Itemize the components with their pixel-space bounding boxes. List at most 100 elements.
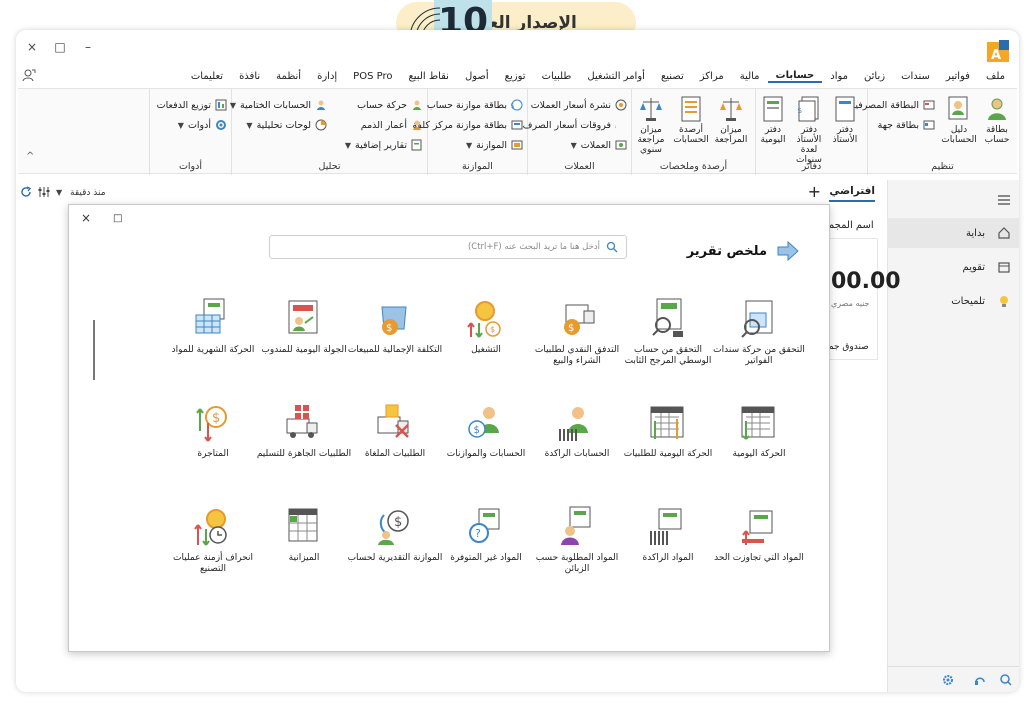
currency-rates-icon	[615, 99, 627, 111]
menu-item-15[interactable]: إدارة	[309, 71, 345, 82]
ribbon-group-balances: ميزان المراجعة أرصدة الحسابات ميزان مراج…	[631, 89, 755, 175]
report-icon	[561, 506, 591, 545]
tools-button[interactable]: أدوات ▼	[178, 117, 227, 133]
menu-item-1[interactable]: فواتير	[938, 71, 978, 82]
menu-bar: ملف فواتير سندات زبائن مواد حسابات مالية مراكز ت…	[16, 66, 1019, 86]
menu-item-0[interactable]: ملف	[978, 71, 1013, 82]
menu-item-4[interactable]: مواد	[822, 71, 856, 82]
budget-button[interactable]: الموازنة ▼	[466, 137, 523, 153]
journal-button[interactable]: دفتر اليومية	[753, 95, 793, 145]
menu-item-5[interactable]: حسابات	[767, 70, 823, 83]
menu-item-14[interactable]: POS Pro	[345, 71, 400, 82]
close-dialog-button[interactable]: ×	[81, 211, 91, 225]
aging-button[interactable]: أعمار الذمم	[361, 117, 423, 133]
menu-item-10[interactable]: طلبيات	[534, 71, 580, 82]
account-card-button[interactable]: بطاقة حساب	[977, 95, 1017, 145]
report-item[interactable]: ? المواد غير المتوفرة	[438, 505, 534, 564]
report-label: المواد المطلوبة حسب الزبائن	[535, 553, 619, 574]
annual-trial-balance-button[interactable]: ميزان مراجعة سنوي	[631, 95, 671, 155]
menu-item-6[interactable]: مالية	[732, 71, 768, 82]
report-item[interactable]: المواد المطلوبة حسب الزبائن	[529, 505, 625, 575]
menu-item-7[interactable]: مراكز	[692, 71, 732, 82]
settings-gear-icon[interactable]	[941, 673, 955, 687]
analytic-dashboards-button[interactable]: لوحات تحليلية ▼	[246, 117, 327, 133]
exchange-diff-button[interactable]: % فروقات أسعار الصرف	[523, 117, 627, 133]
multi-year-ledger-button[interactable]: S دفتر الأستاذ لعدة سنوات	[789, 95, 829, 165]
report-item[interactable]: الحركة اليومية للطلبيات	[620, 401, 716, 460]
scrollbar[interactable]	[93, 320, 95, 380]
add-tab-button[interactable]: +	[808, 182, 821, 201]
minimize-window-button[interactable]: –	[80, 40, 96, 54]
currencies-label: العملات	[580, 139, 611, 151]
report-item[interactable]: الطلبيات الجاهزة للتسليم	[256, 401, 352, 460]
menu-item-3[interactable]: زبائن	[856, 71, 893, 82]
menu-item-17[interactable]: نافذة	[231, 71, 268, 82]
report-item[interactable]: $ التكلفة الإجمالية للمبيعات	[347, 297, 443, 356]
refresh-icon[interactable]	[20, 186, 32, 198]
report-item[interactable]: الجولة اليومية للمندوب	[256, 297, 352, 356]
currency-rates-button[interactable]: نشرة أسعار العملات	[531, 97, 627, 113]
dashboard-settings-icon[interactable]	[38, 186, 50, 198]
chevron-down-icon: ▼	[570, 140, 577, 150]
menu-item-13[interactable]: نقاط البيع	[400, 71, 457, 82]
report-item[interactable]: الميزانية	[256, 505, 352, 564]
chart-of-accounts-button[interactable]: دليل الحسابات	[939, 95, 979, 145]
final-accounts-button[interactable]: الحسابات الختامية ▼	[230, 97, 327, 113]
menu-item-16[interactable]: أنظمة	[268, 71, 309, 82]
report-item[interactable]: الحركة اليومية	[711, 401, 807, 460]
support-icon[interactable]	[973, 673, 987, 687]
tab-default[interactable]: افتراضي	[829, 185, 875, 202]
menu-item-18[interactable]: تعليمات	[183, 71, 231, 82]
report-icon: $	[378, 510, 409, 545]
report-item[interactable]: الحسابات الراكدة	[529, 401, 625, 460]
report-item[interactable]: $ المتاجرة	[165, 401, 261, 460]
account-balances-button[interactable]: أرصدة الحسابات	[671, 95, 711, 145]
sidebar-item-start[interactable]: بداية	[887, 218, 1019, 248]
final-accounts-icon	[317, 100, 325, 110]
payment-distribution-button[interactable]: توزيع الدفعات	[157, 97, 227, 113]
menu-item-11[interactable]: توزيع	[497, 71, 534, 82]
sidebar-item-calendar[interactable]: تقويم	[887, 252, 1019, 282]
menu-item-12[interactable]: أصول	[457, 71, 497, 82]
report-item[interactable]: $ التشغيل	[438, 297, 534, 356]
report-item[interactable]: $ الموازنة التقديرية لحساب	[347, 505, 443, 564]
report-label: الميزانية	[288, 553, 320, 563]
report-item[interactable]: الطلبيات الملغاة	[347, 401, 443, 460]
report-icon: $	[564, 304, 595, 335]
report-item[interactable]: التحقق من حركة سندات الفواتير	[711, 297, 807, 367]
close-window-button[interactable]: ×	[24, 40, 40, 54]
account-budget-card-button[interactable]: $ بطاقة موازنة حساب	[427, 97, 523, 113]
menu-item-9[interactable]: أوامر التشغيل	[579, 71, 653, 82]
report-label: الجولة اليومية للمندوب	[261, 345, 347, 355]
report-search-input[interactable]: أدخل هنا ما تريد البحث عنه (Ctrl+F)	[269, 235, 627, 259]
menu-item-2[interactable]: سندات	[893, 71, 938, 82]
collapse-ribbon-icon[interactable]: ^	[26, 151, 34, 162]
ledger-button[interactable]: دفتر الأستاذ	[825, 95, 865, 145]
search-icon[interactable]	[999, 673, 1013, 687]
ribbon-group-budget: $ بطاقة موازنة حساب بطاقة موازنة مركز كل…	[412, 89, 527, 175]
party-card-button[interactable]: بطاقة جهة	[878, 117, 935, 133]
maximize-window-button[interactable]: □	[52, 40, 68, 54]
extra-reports-label: تقارير إضافية	[355, 139, 407, 151]
svg-text:$: $	[212, 411, 220, 426]
menu-item-8[interactable]: تصنيع	[653, 71, 692, 82]
maximize-dialog-button[interactable]: □	[113, 213, 122, 224]
hamburger-menu-icon[interactable]	[997, 194, 1011, 206]
extra-reports-button[interactable]: تقارير إضافية ▼	[345, 137, 423, 153]
sidebar-item-tips[interactable]: تلميحات	[887, 286, 1019, 316]
report-item[interactable]: $ الحسابات والموازنات	[438, 401, 534, 460]
report-item[interactable]: $ التدفق النقدي لطلبيات الشراء والبيع	[529, 297, 625, 367]
report-item[interactable]: التحقق من حساب الوسطي المرجح الثابت	[620, 297, 716, 367]
account-movement-button[interactable]: حركة حساب	[357, 97, 423, 113]
party-card-label: بطاقة جهة	[877, 119, 919, 131]
report-item[interactable]: المواد الراكدة	[620, 505, 716, 564]
report-item[interactable]: انحراف أزمنة عمليات التصنيع	[165, 505, 261, 575]
trial-balance-button[interactable]: ميزان المراجعة	[711, 95, 751, 145]
sidebar-item-label: تلميحات	[951, 295, 985, 307]
report-item[interactable]: المواد التي تجاوزت الحد	[711, 505, 807, 564]
cost-center-budget-button[interactable]: بطاقة موازنة مركز كلفة	[412, 117, 523, 133]
final-accounts-label: الحسابات الختامية	[239, 99, 311, 111]
chevron-down-icon[interactable]: ▼	[56, 188, 62, 197]
report-item[interactable]: الحركة الشهرية للمواد	[165, 297, 261, 356]
currencies-button[interactable]: العملات ▼	[571, 137, 627, 153]
